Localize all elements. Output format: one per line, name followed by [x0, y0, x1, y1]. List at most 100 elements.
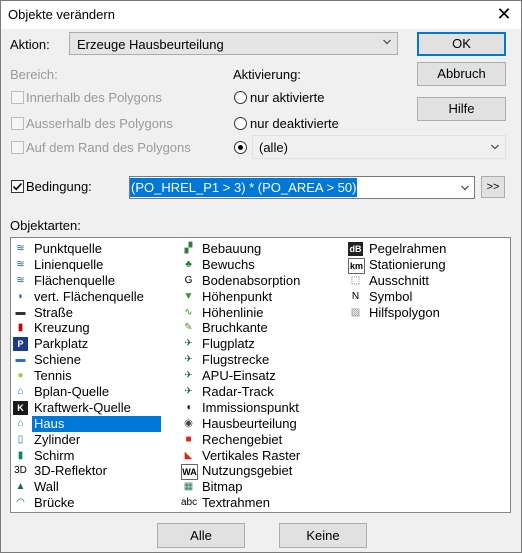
list-item[interactable]: ✈ APU-Einsatz [179, 368, 349, 384]
list-item[interactable]: ▞ Bebauung [179, 241, 349, 257]
bedingung-checkbox[interactable] [11, 180, 24, 193]
list-item[interactable]: ▬ Straße [11, 305, 181, 321]
house-icon: ⌂ [17, 417, 24, 429]
aktivierung-label: Aktivierung: [233, 67, 301, 82]
only-active-label: nur aktivierte [250, 90, 325, 105]
objektarten-list[interactable]: ≋ Punktquelle ≋ Linienquelle ≋ Flächenquelle ◗… [10, 237, 511, 513]
list-item[interactable]: ≋ Flächenquelle [11, 273, 181, 289]
aktion-dropdown[interactable]: Erzeuge Hausbeurteilung [69, 32, 398, 55]
aktivierung-select[interactable]: (alle) [252, 135, 506, 159]
vertical-area-source-icon: ◗ [17, 290, 24, 302]
list-item[interactable]: ✈ Flugplatz [179, 336, 349, 352]
list-item[interactable]: K Kraftwerk-Quelle [11, 400, 181, 416]
help-button-label: Hilfe [448, 101, 475, 116]
only-active-radio[interactable] [234, 91, 247, 104]
list-item[interactable]: ⌂ Haus [11, 415, 181, 432]
bedingung-input[interactable]: (PO_HREL_P1 > 3) * (PO_AREA > 50) [129, 176, 475, 199]
symbol-icon: N [351, 290, 360, 302]
list-item-label: Ausschnitt [369, 272, 429, 288]
list-item[interactable]: ● Tennis [11, 368, 181, 384]
list-item[interactable]: ▯ Zylinder [11, 432, 181, 448]
chevron-down-icon [383, 39, 391, 45]
list-item[interactable]: abc Textrahmen [179, 495, 349, 511]
list-item[interactable]: ◠ Brücke [11, 495, 181, 511]
list-item-label: Bruchkante [202, 320, 268, 336]
list-item[interactable]: P Parkplatz [11, 336, 181, 352]
help-button[interactable]: Hilfe [417, 97, 506, 121]
list-item[interactable]: WA Nutzungsgebiet [179, 463, 349, 481]
on-edge-polygon-label: Auf dem Rand des Polygons [26, 140, 191, 155]
list-item[interactable]: ✈ Flugstrecke [179, 352, 349, 368]
list-item[interactable]: ▮ Kreuzung [11, 320, 181, 336]
outside-polygon-checkbox[interactable] [11, 117, 24, 130]
bereich-label: Bereich: [10, 67, 58, 82]
list-item[interactable]: ■ Rechengebiet [179, 432, 349, 448]
3d-reflector-icon: 3D [14, 465, 27, 477]
list-item[interactable]: ▮ Schirm [11, 448, 181, 464]
bedingung-value: (PO_HREL_P1 > 3) * (PO_AREA > 50) [130, 178, 358, 197]
cancel-button-label: Abbruch [437, 66, 486, 81]
list-item[interactable]: ⌂ Bplan-Quelle [11, 384, 181, 400]
immission-point-icon: ◖ [185, 401, 192, 413]
inside-polygon-checkbox[interactable] [11, 91, 24, 104]
list-item[interactable]: ◖ Immissionspunkt [179, 400, 349, 416]
select-all-button[interactable]: Alle [157, 523, 245, 548]
list-item[interactable]: ▬ Schiene [11, 352, 181, 368]
list-item[interactable]: ▦ Bitmap [179, 479, 349, 495]
close-icon[interactable]: ✕ [487, 1, 521, 29]
list-item-label: Immissionspunkt [202, 399, 299, 415]
outside-polygon-label: Ausserhalb des Polygons [26, 116, 173, 131]
radio-dot-icon [238, 145, 243, 150]
expression-builder-button[interactable]: >> [481, 176, 505, 198]
list-item[interactable]: km Stationierung [346, 257, 506, 274]
list-item[interactable]: ≋ Linienquelle [11, 257, 181, 273]
only-inactive-label: nur deaktivierte [250, 116, 339, 131]
list-item[interactable]: dB Pegelrahmen [346, 241, 506, 257]
list-item-label: Schiene [34, 352, 81, 368]
list-item-label: Höhenpunkt [202, 288, 273, 304]
cancel-button[interactable]: Abbruch [417, 62, 506, 86]
list-item[interactable]: ♣ Bewuchs [179, 257, 349, 273]
ok-button[interactable]: OK [417, 32, 506, 56]
cylinder-icon: ▯ [17, 433, 24, 445]
list-item[interactable]: ✎ Bruchkante [179, 320, 349, 336]
objektarten-column-1: ≋ Punktquelle ≋ Linienquelle ≋ Flächenquelle ◗… [11, 241, 181, 511]
list-item[interactable]: ◗ vert. Flächenquelle [11, 289, 181, 305]
list-item-label: Bewuchs [202, 256, 255, 272]
list-item-label: Symbol [369, 288, 413, 304]
title-bar: Objekte verändern ✕ [1, 1, 521, 29]
list-item[interactable]: ▲ Wall [11, 479, 181, 495]
aktivierung-select-value: (alle) [259, 140, 288, 155]
list-item[interactable]: ≋ Punktquelle [11, 241, 181, 257]
cutout-icon: ⬚ [350, 274, 361, 286]
list-item[interactable]: ✈ Radar-Track [179, 384, 349, 400]
list-item[interactable]: ∿ Höhenlinie [179, 305, 349, 321]
chevron-down-icon [491, 144, 499, 150]
select-none-button[interactable]: Keine [279, 523, 367, 548]
break-edge-icon: ✎ [184, 322, 193, 334]
text-frame-icon: abc [181, 497, 198, 509]
list-item-label: Bplan-Quelle [34, 384, 110, 400]
list-item-label: Vertikales Raster [202, 447, 301, 463]
list-item-label: Radar-Track [202, 384, 274, 400]
list-item[interactable]: ◉ Hausbeurteilung [179, 416, 349, 432]
list-item[interactable]: ⬚ Ausschnitt [346, 273, 506, 289]
filter-select-radio[interactable] [234, 141, 247, 154]
list-item[interactable]: N Symbol [346, 289, 506, 305]
crossing-icon: ▮ [17, 322, 24, 334]
list-item-label: Linienquelle [34, 256, 104, 272]
list-item[interactable]: G Bodenabsorption [179, 273, 349, 289]
objektarten-column-3: dB Pegelrahmen km Stationierung ⬚ Ausschnitt N… [346, 241, 506, 320]
only-inactive-radio[interactable] [234, 117, 247, 130]
bridge-icon: ◠ [16, 497, 25, 509]
select-all-label: Alle [190, 528, 212, 543]
list-item[interactable]: ◣ Vertikales Raster [179, 448, 349, 464]
checkmark-icon [12, 182, 23, 191]
list-item[interactable]: 3D 3D-Reflektor [11, 463, 181, 479]
list-item[interactable]: ▼ Höhenpunkt [179, 289, 349, 305]
point-source-icon: ≋ [16, 243, 25, 254]
bplan-source-icon: ⌂ [17, 386, 24, 398]
bedingung-label: Bedingung: [26, 179, 92, 194]
list-item[interactable]: ▨ Hilfspolygon [346, 305, 506, 321]
on-edge-polygon-checkbox[interactable] [11, 141, 24, 154]
